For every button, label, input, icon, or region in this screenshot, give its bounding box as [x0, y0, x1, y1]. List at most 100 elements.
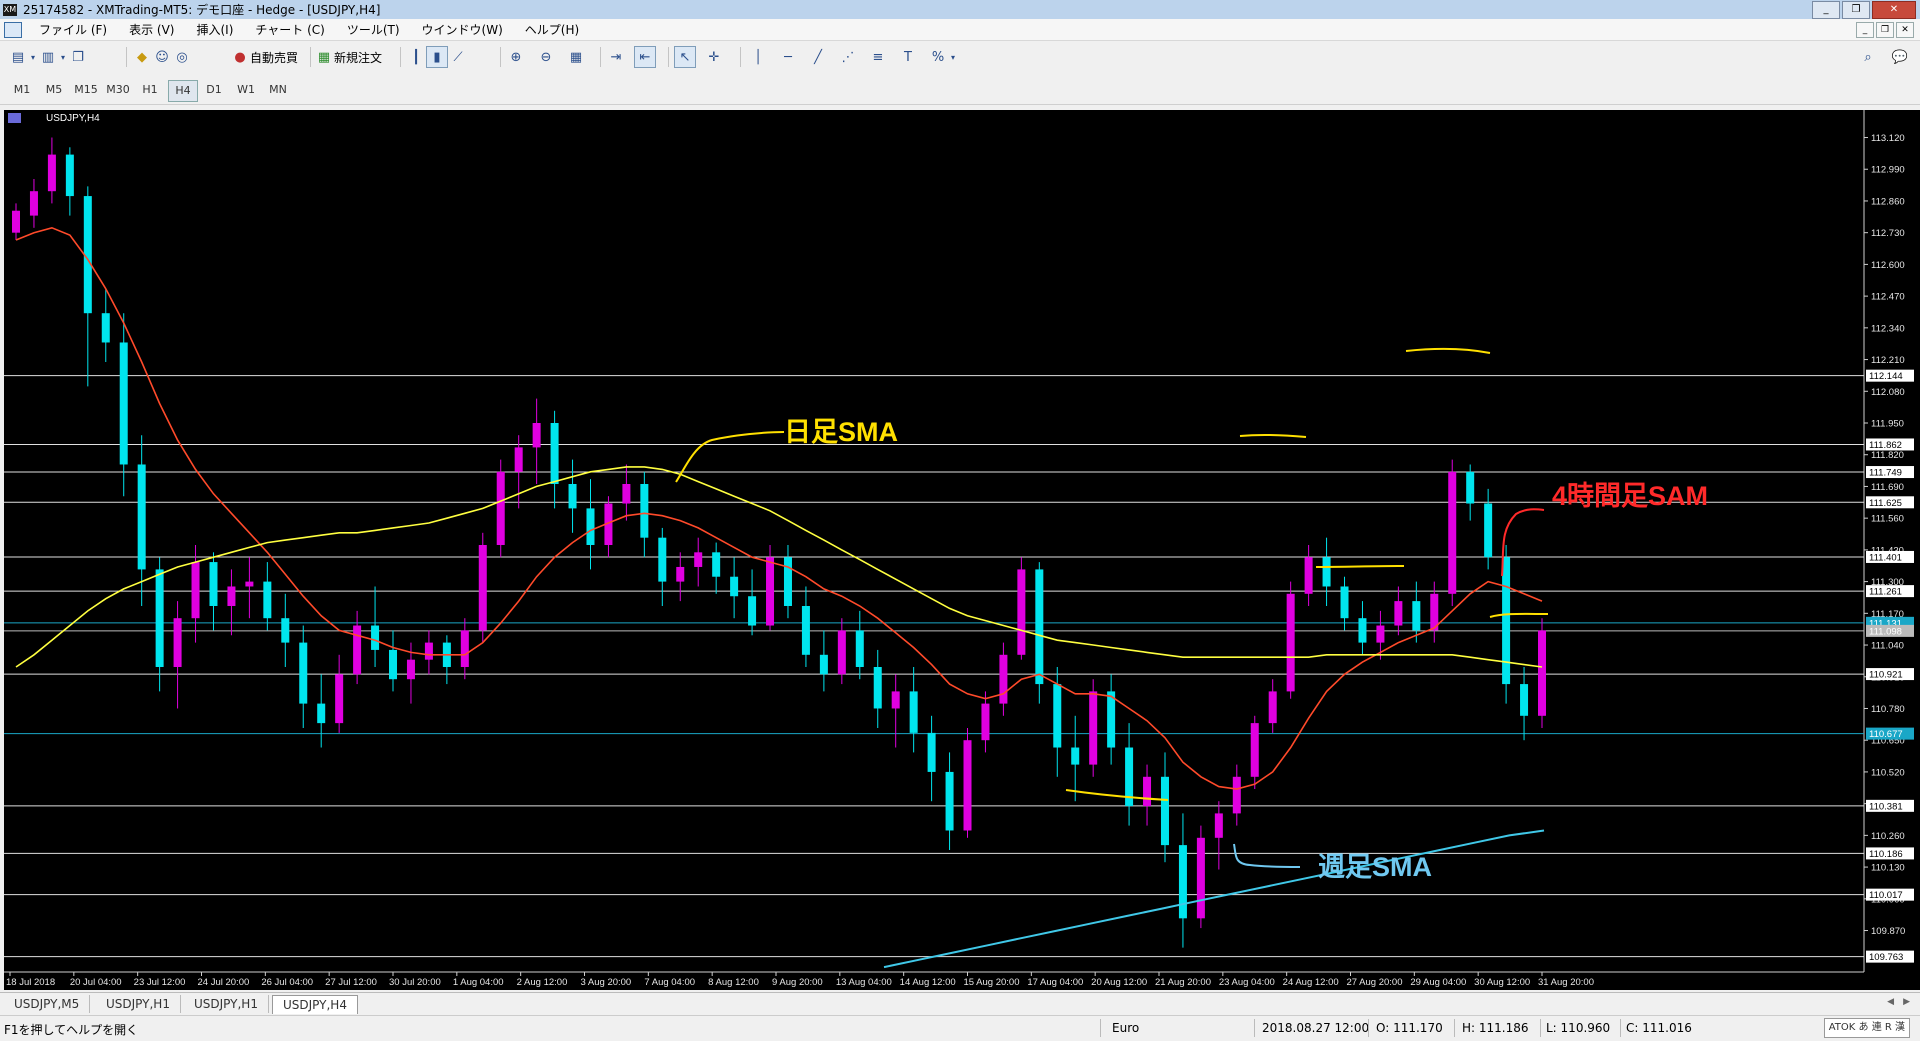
candle-body[interactable]	[1484, 503, 1493, 558]
candle-body[interactable]	[1089, 691, 1098, 765]
candle-body[interactable]	[389, 649, 398, 680]
line-chart-icon[interactable]: ⟋	[448, 47, 468, 67]
candle-body[interactable]	[137, 464, 146, 570]
candle-body[interactable]	[155, 569, 164, 667]
cursor-icon[interactable]: ↖	[674, 46, 696, 68]
menu-window[interactable]: ウインドウ(W)	[411, 21, 514, 38]
candlestick-icon[interactable]: ▮	[426, 46, 448, 68]
candle-body[interactable]	[1304, 557, 1313, 594]
candle-body[interactable]	[963, 740, 972, 831]
candle-body[interactable]	[694, 552, 703, 567]
auto-trade-button[interactable]: ● 自動売買	[230, 46, 298, 68]
candle-body[interactable]	[1358, 618, 1367, 643]
navigator-icon[interactable]: ☺	[152, 47, 172, 67]
candle-body[interactable]	[406, 659, 415, 680]
candle-body[interactable]	[227, 586, 236, 606]
timeframe-m1[interactable]: M1	[8, 80, 36, 100]
candle-body[interactable]	[65, 154, 74, 197]
menu-view[interactable]: 表示 (V)	[118, 21, 185, 38]
candle-body[interactable]	[173, 618, 182, 667]
candle-body[interactable]	[927, 732, 936, 772]
dropdown-arrow-icon[interactable]: ▾	[58, 47, 68, 67]
document-icon[interactable]	[4, 21, 22, 38]
candle-body[interactable]	[281, 618, 290, 643]
candle-body[interactable]	[353, 625, 362, 675]
zoom-out-icon[interactable]: ⊖	[536, 47, 556, 67]
signals-icon[interactable]: ◎	[172, 47, 192, 67]
tabs-scroll-right-icon[interactable]: ▶	[1903, 997, 1910, 1007]
timeframe-h1[interactable]: H1	[136, 80, 164, 100]
candle-body[interactable]	[1286, 593, 1295, 692]
candle-body[interactable]	[1268, 691, 1277, 724]
candle-body[interactable]	[47, 154, 56, 192]
candle-body[interactable]	[209, 562, 218, 606]
mdi-minimize-button[interactable]: _	[1856, 22, 1874, 38]
candle-body[interactable]	[766, 557, 775, 626]
text-icon[interactable]: T	[898, 47, 918, 67]
menu-tools[interactable]: ツール(T)	[336, 21, 411, 38]
menu-insert[interactable]: 挿入(I)	[185, 21, 244, 38]
candle-body[interactable]	[1107, 691, 1116, 748]
candle-body[interactable]	[748, 596, 757, 626]
tab-usdjpy-h4[interactable]: USDJPY,H4	[272, 995, 358, 1014]
dropdown-arrow-icon[interactable]: ▾	[948, 47, 958, 67]
candle-body[interactable]	[263, 581, 272, 619]
candle-body[interactable]	[424, 642, 433, 660]
crosshair-icon[interactable]: ✛	[704, 47, 724, 67]
candle-body[interactable]	[999, 654, 1008, 704]
price-chart[interactable]: 113.120 112.990 112.860 112.730 112.600 112.4…	[4, 110, 1920, 990]
candle-body[interactable]	[1160, 776, 1169, 846]
candle-body[interactable]	[245, 581, 254, 587]
menu-file[interactable]: ファイル (F)	[28, 21, 118, 38]
h4-sma-line[interactable]	[15, 226, 1543, 790]
candle-body[interactable]	[730, 576, 739, 597]
candle-body[interactable]	[622, 484, 631, 504]
channel-icon[interactable]: ≡	[868, 47, 888, 67]
candle-body[interactable]	[1448, 471, 1457, 594]
horizontal-line-icon[interactable]: ─	[778, 47, 798, 67]
candle-body[interactable]	[1250, 723, 1259, 777]
candle-body[interactable]	[1412, 601, 1421, 631]
candle-body[interactable]	[891, 691, 900, 709]
candle-body[interactable]	[1196, 837, 1205, 919]
candle-body[interactable]	[1340, 586, 1349, 619]
candle-body[interactable]	[909, 691, 918, 733]
candle-body[interactable]	[1143, 776, 1152, 807]
menu-help[interactable]: ヘルプ(H)	[514, 21, 590, 38]
autoscroll-icon[interactable]: ⇤	[634, 46, 656, 68]
candle-body[interactable]	[1053, 684, 1062, 748]
timeframe-h4[interactable]: H4	[168, 80, 198, 102]
timeframe-m30[interactable]: M30	[104, 80, 132, 100]
ime-indicator[interactable]: ATOK あ 連 R 漢	[1823, 1018, 1910, 1038]
candle-body[interactable]	[119, 342, 128, 465]
timeframe-m5[interactable]: M5	[40, 80, 68, 100]
candle-body[interactable]	[1520, 684, 1529, 716]
candle-body[interactable]	[550, 423, 559, 484]
timeframe-mn[interactable]: MN	[264, 80, 292, 100]
market-watch-icon[interactable]: ◆	[132, 47, 152, 67]
daily-sma-line[interactable]	[15, 466, 1543, 668]
tab-usdjpy-h1[interactable]: USDJPY,H1	[96, 995, 181, 1013]
tabs-scroll-left-icon[interactable]: ◀	[1887, 997, 1894, 1007]
candle-body[interactable]	[1466, 471, 1475, 504]
candle-body[interactable]	[676, 566, 685, 582]
candle-body[interactable]	[1376, 625, 1385, 643]
candle-body[interactable]	[1538, 630, 1546, 716]
new-chart-icon[interactable]: ▤	[8, 47, 28, 67]
trendline-icon[interactable]: ╱	[808, 47, 828, 67]
candle-body[interactable]	[317, 703, 326, 724]
minimize-button[interactable]: _	[1812, 1, 1840, 19]
tab-usdjpy-h1-2[interactable]: USDJPY,H1	[184, 995, 269, 1013]
candle-body[interactable]	[855, 630, 864, 667]
dropdown-arrow-icon[interactable]: ▾	[28, 47, 38, 67]
chart-window[interactable]: 113.120 112.990 112.860 112.730 112.600 112.4…	[4, 110, 1920, 990]
candle-body[interactable]	[1035, 569, 1044, 685]
candle-body[interactable]	[191, 562, 200, 619]
fibonacci-icon[interactable]: ⋰	[838, 47, 858, 67]
candle-body[interactable]	[783, 557, 792, 606]
candle-body[interactable]	[1502, 557, 1511, 685]
candle-body[interactable]	[1214, 813, 1223, 838]
windows-icon[interactable]: ❐	[68, 47, 88, 67]
candle-body[interactable]	[1178, 845, 1187, 919]
candle-body[interactable]	[1232, 776, 1241, 814]
